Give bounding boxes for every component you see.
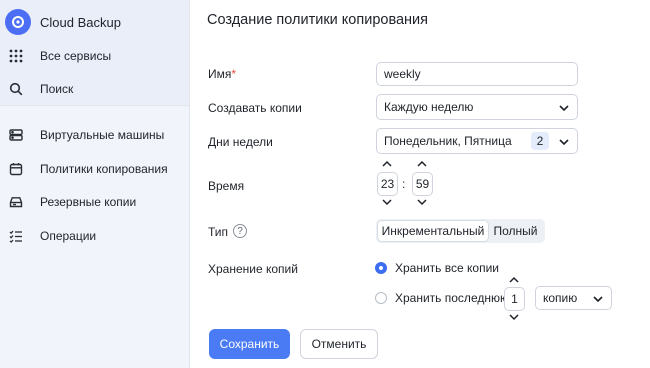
frequency-select-value: Каждую неделю [384, 100, 474, 114]
minutes-down-icon[interactable] [416, 197, 428, 207]
sidebar-item-backups[interactable]: Резервные копии [0, 186, 189, 218]
frequency-label: Создавать копии [208, 101, 302, 115]
selected-count-badge: 2 [531, 132, 549, 150]
brand[interactable]: Cloud Backup [5, 6, 121, 38]
sidebar-item-operations[interactable]: Операции [0, 220, 189, 252]
sidebar: Cloud Backup Все сервисы Поиск Виртуальн… [0, 0, 190, 368]
sidebar-item-all-services[interactable]: Все сервисы [0, 40, 189, 72]
page-title: Создание политики копирования [207, 12, 429, 28]
days-multiselect[interactable]: Понедельник, Пятница 2 [376, 128, 578, 154]
chevron-down-icon [593, 296, 603, 303]
main-content: Создание политики копирования Имя* weekl… [191, 0, 650, 368]
type-option-incremental[interactable]: Инкрементальный [378, 221, 488, 241]
sidebar-item-label: Резервные копии [40, 195, 137, 209]
hours-value: 23 [380, 177, 395, 191]
search-icon [8, 81, 24, 97]
hours-down-icon[interactable] [381, 197, 393, 207]
hours-up-icon[interactable] [381, 159, 393, 169]
grid-icon [8, 48, 24, 64]
retention-keep-last-label: Хранить последнюю [395, 291, 509, 305]
sidebar-item-label: Операции [40, 229, 97, 243]
save-button[interactable]: Сохранить [209, 329, 290, 359]
sidebar-item-label: Виртуальные машины [40, 128, 165, 142]
retention-keep-all-label: Хранить все копии [395, 261, 499, 275]
type-segmented-control: Инкрементальный Полный [376, 219, 545, 243]
sidebar-item-label: Политики копирования [40, 162, 168, 176]
frequency-select[interactable]: Каждую неделю [376, 94, 578, 120]
name-label: Имя* [208, 67, 237, 81]
retention-count-input[interactable]: 1 [504, 287, 525, 311]
days-select-value: Понедельник, Пятница [384, 134, 512, 148]
retention-label: Хранение копий [208, 262, 298, 276]
chevron-down-icon [559, 139, 569, 146]
chevron-down-icon [559, 105, 569, 112]
sidebar-item-virtual-machines[interactable]: Виртуальные машины [0, 119, 189, 151]
hours-input[interactable]: 23 [377, 172, 398, 196]
days-label: Дни недели [208, 135, 273, 149]
retention-unit-value: копию [543, 291, 578, 305]
cancel-button[interactable]: Отменить [300, 329, 378, 359]
sidebar-item-search[interactable]: Поиск [0, 73, 189, 105]
retention-keep-all-radio[interactable] [375, 262, 387, 274]
minutes-value: 59 [415, 177, 430, 191]
time-label: Время [208, 179, 245, 193]
type-label: Тип [208, 225, 229, 239]
server-icon [8, 127, 24, 143]
retention-count-value: 1 [511, 292, 518, 306]
retention-keep-last-radio[interactable] [375, 292, 387, 304]
retention-count-up-icon[interactable] [508, 275, 520, 285]
minutes-input[interactable]: 59 [412, 172, 433, 196]
sidebar-item-policies[interactable]: Политики копирования [0, 153, 189, 185]
sidebar-item-label: Поиск [40, 82, 74, 96]
retention-count-down-icon[interactable] [508, 312, 520, 322]
sidebar-divider [0, 105, 189, 106]
cloud-backup-logo-icon [5, 9, 31, 35]
list-check-icon [8, 228, 24, 244]
name-input[interactable]: weekly [376, 62, 578, 86]
minutes-up-icon[interactable] [416, 159, 428, 169]
help-icon[interactable]: ? [233, 224, 247, 238]
name-input-value: weekly [384, 67, 421, 81]
type-option-full[interactable]: Полный [488, 221, 543, 241]
sidebar-item-label: Все сервисы [40, 49, 112, 63]
time-separator: : [402, 177, 406, 191]
retention-unit-select[interactable]: копию [535, 286, 612, 310]
disk-icon [8, 194, 24, 210]
calendar-icon [8, 161, 24, 177]
brand-label: Cloud Backup [40, 14, 121, 30]
